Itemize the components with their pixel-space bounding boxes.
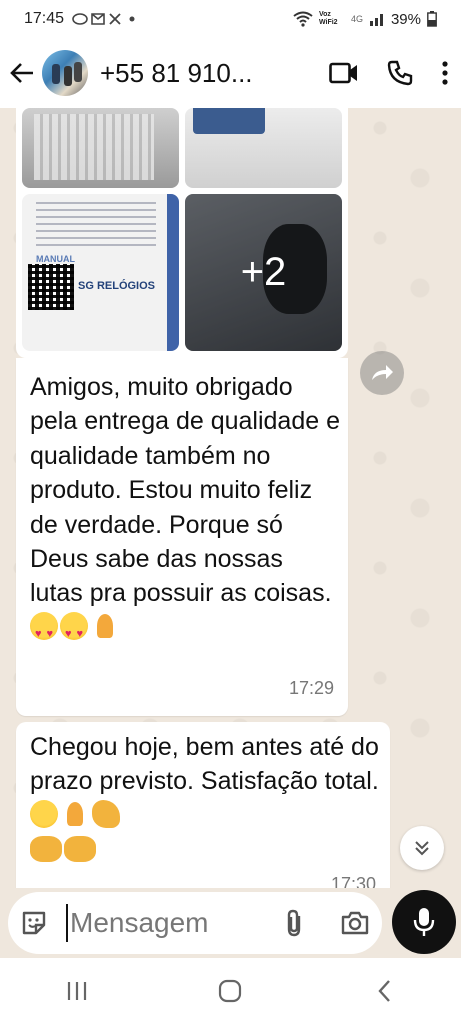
battery-label: 39% xyxy=(390,10,421,28)
message-text: Chegou hoje, bem antes até do prazo prev… xyxy=(30,730,380,868)
card-text-lines xyxy=(36,202,156,250)
more-vert-icon[interactable] xyxy=(441,60,449,86)
heart-eyes-emoji-icon xyxy=(60,611,88,651)
message-body: Chegou hoje, bem antes até do prazo prev… xyxy=(30,733,379,796)
carrier-label: Voz WiFi2 xyxy=(318,11,338,26)
back-nav-button[interactable] xyxy=(354,966,414,1016)
camera-icon[interactable] xyxy=(340,908,370,938)
back-button[interactable] xyxy=(2,53,42,93)
handshake-emoji-icon xyxy=(30,836,62,863)
double-chevron-down-icon xyxy=(415,841,429,856)
media-thumbnail[interactable] xyxy=(185,108,342,188)
media-message: MANUAL SG RELÓGIOS +2 xyxy=(16,108,348,358)
message-time: 17:29 xyxy=(288,678,334,698)
sticker-icon[interactable] xyxy=(20,909,48,937)
message-bubble[interactable]: Chegou hoje, bem antes até do prazo prev… xyxy=(16,722,390,888)
forward-icon xyxy=(372,365,393,380)
home-icon xyxy=(219,979,242,1003)
media-thumbnail[interactable] xyxy=(22,108,179,188)
praying-hands-emoji-icon xyxy=(60,800,90,828)
contact-name[interactable]: +55 81 910... xyxy=(100,58,253,89)
composer-field xyxy=(8,892,382,954)
notification-icons xyxy=(72,13,135,25)
status-time: 17:45 xyxy=(24,10,65,27)
handshake-emoji-icon xyxy=(64,836,96,863)
media-thumbnail[interactable]: MANUAL SG RELÓGIOS xyxy=(22,194,179,351)
back-arrow-icon xyxy=(10,63,33,83)
avatar[interactable] xyxy=(42,50,88,96)
card-stripe xyxy=(167,194,179,351)
status-left: 17:45 xyxy=(24,10,142,28)
flexed-biceps-emoji-icon xyxy=(92,799,120,828)
mic-button[interactable] xyxy=(392,890,456,954)
heart-eyes-emoji-icon xyxy=(30,611,58,651)
more-media-count: +2 xyxy=(185,194,342,351)
chat-header: +55 81 910... xyxy=(0,38,461,108)
recents-icon xyxy=(67,982,86,1000)
scroll-to-bottom-button[interactable] xyxy=(400,826,444,870)
video-call-icon[interactable] xyxy=(329,62,359,84)
signal-icon xyxy=(369,14,383,26)
praying-hands-emoji-icon xyxy=(90,612,120,640)
status-right: Voz WiFi2 4G 39% xyxy=(293,11,437,28)
wifi-icon xyxy=(293,11,313,27)
card-manual-label: MANUAL xyxy=(36,254,75,264)
mic-icon xyxy=(413,908,435,936)
header-actions xyxy=(329,38,449,108)
message-input[interactable] xyxy=(66,904,280,942)
battery-icon xyxy=(427,11,437,27)
message-time: 17:30 xyxy=(330,874,376,888)
phone-icon[interactable] xyxy=(387,60,413,86)
paperclip-icon[interactable] xyxy=(280,908,310,938)
chat-area[interactable]: MANUAL SG RELÓGIOS +2 Amigos, muito obri… xyxy=(0,108,461,888)
forward-button[interactable] xyxy=(360,351,404,395)
home-button[interactable] xyxy=(200,966,260,1016)
network-label: 4G xyxy=(350,14,363,24)
message-bubble[interactable]: Amigos, muito obrigado pela entrega de q… xyxy=(16,358,348,716)
saluting-face-emoji-icon xyxy=(30,799,58,828)
card-brand: SG RELÓGIOS xyxy=(78,280,156,292)
media-thumbnail-more[interactable]: +2 xyxy=(185,194,342,351)
composer xyxy=(0,888,461,958)
recents-button[interactable] xyxy=(47,966,107,1016)
qr-code xyxy=(28,264,74,310)
system-nav-bar xyxy=(0,958,461,1024)
status-bar: 17:45 Voz WiFi2 4G 39% xyxy=(0,0,461,38)
chevron-left-icon xyxy=(378,980,391,1002)
message-body: Amigos, muito obrigado pela entrega de q… xyxy=(30,373,340,608)
message-text: Amigos, muito obrigado pela entrega de q… xyxy=(30,370,340,651)
